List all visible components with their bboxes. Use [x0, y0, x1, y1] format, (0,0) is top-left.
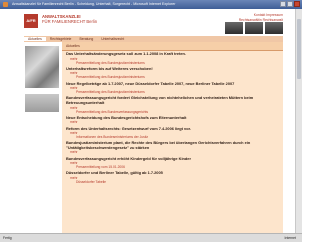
page-viewport: A/FR ANWALTSKANZLEI FÜR FAMILIENRECHT Be… — [0, 9, 295, 233]
lawyer-photos — [225, 22, 283, 34]
source-link[interactable]: Informationen des Bundesministeriums der… — [66, 135, 279, 139]
news-list: Das Unterhaltsänderungsgesetz soll zum 1… — [66, 51, 279, 186]
browser-icon — [3, 2, 8, 7]
nav-item-beratung[interactable]: Beratung — [75, 37, 97, 41]
nav-item-unterhaltsrecht[interactable]: Unterhaltsrecht — [97, 37, 128, 41]
security-zone: Internet — [284, 236, 297, 240]
window-controls — [280, 1, 300, 7]
vertical-scrollbar[interactable] — [295, 9, 302, 233]
right-margin — [283, 42, 295, 233]
firm-name-line2: FÜR FAMILIENRECHT Berlin — [42, 19, 98, 24]
maximize-button[interactable] — [287, 1, 293, 7]
status-bar: Fertig Internet — [0, 233, 302, 242]
lawyer-photo — [265, 22, 283, 34]
news-item: Unterhaltsreform bis auf Weiteres versch… — [66, 66, 279, 79]
close-button[interactable] — [294, 1, 300, 7]
news-item: Düsseldorfer und Berliner Tabelle, gülti… — [66, 171, 279, 184]
news-item: Das Unterhaltsänderungsgesetz soll zum 1… — [66, 51, 279, 65]
news-item: Reform des Unterhaltsrechts: Gesetzentwu… — [66, 126, 279, 139]
window-title: Anwaltskanzlei für Familienrecht Berlin … — [12, 2, 176, 6]
nav-item-aktuelles[interactable]: Aktuelles — [24, 37, 46, 41]
news-item: Neue Regelbeträge ab 1.7.2007, neue Düss… — [66, 81, 279, 94]
more-link[interactable]: mehr — [66, 150, 279, 154]
breadcrumb-label: Aktuelles — [66, 44, 80, 48]
firm-name: ANWALTSKANZLEI FÜR FAMILIENRECHT Berlin — [42, 14, 132, 24]
news-panel: Aktuelles Das Unterhaltsänderungsgesetz … — [62, 42, 283, 233]
minimize-button[interactable] — [280, 1, 286, 7]
news-headline[interactable]: Bundesverfassungsgericht fordert Gleichs… — [66, 95, 279, 105]
left-sidebar — [24, 42, 60, 233]
news-headline[interactable]: Bundesjustizministerium plant, die Recht… — [66, 140, 279, 150]
source-link[interactable]: Pressemitteilung vom 15.01.2006 — [66, 165, 279, 169]
nav-item-rechtsgebiete[interactable]: Rechtsgebiete — [46, 37, 76, 41]
news-item: Bundesverfassungsgericht erhöht Kinderge… — [66, 156, 279, 169]
status-text: Fertig — [3, 236, 12, 240]
scrollbar-thumb[interactable] — [297, 19, 301, 79]
source-link[interactable]: Pressemitteilung des Bundesjustizministe… — [66, 75, 279, 79]
source-link[interactable]: Pressemitteilung des Bundesjustizministe… — [66, 90, 279, 94]
more-link[interactable]: mehr — [66, 120, 279, 124]
news-item: Bundesjustizministerium plant, die Recht… — [66, 140, 279, 154]
side-image — [25, 94, 59, 112]
window-titlebar: Anwaltskanzlei für Familienrecht Berlin … — [0, 0, 302, 9]
firm-logo[interactable]: A/FR — [24, 14, 38, 28]
lawyer-photo — [245, 22, 263, 34]
building-image — [25, 46, 59, 88]
source-link[interactable]: Düsseldorfer Tabelle — [66, 180, 279, 184]
source-link[interactable]: Pressemitteilung des Bundesverfassungsge… — [66, 110, 279, 114]
source-link[interactable]: Pressemitteilung des Bundesjustizministe… — [66, 61, 279, 65]
lawyer-photo — [225, 22, 243, 34]
breadcrumb: Aktuelles — [62, 42, 283, 51]
news-item: Bundesverfassungsgericht fordert Gleichs… — [66, 95, 279, 114]
news-item: Neue Entscheidung des Bundesgerichtshofs… — [66, 115, 279, 124]
